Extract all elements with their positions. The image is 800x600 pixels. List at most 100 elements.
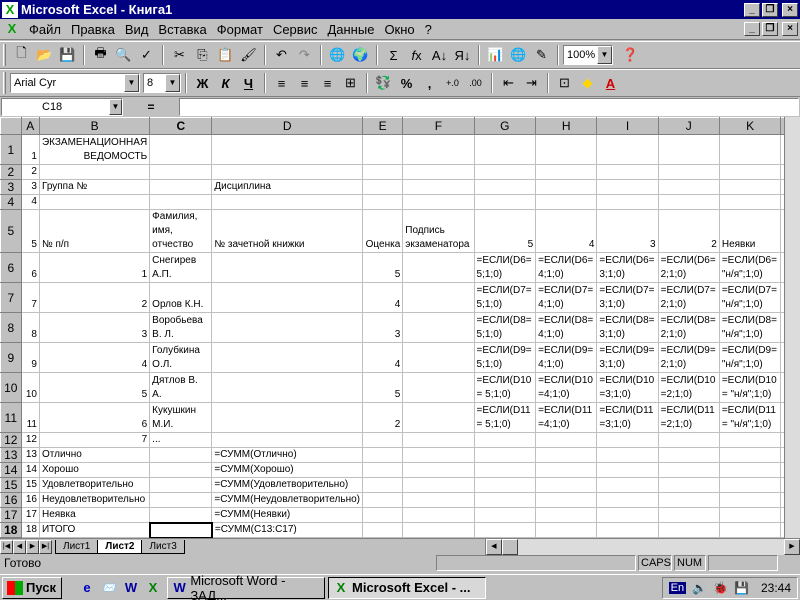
cell-f9[interactable]: [402, 342, 475, 373]
toolbar-grip[interactable]: [3, 72, 6, 94]
column-header-h[interactable]: H: [535, 117, 598, 135]
cell-b15[interactable]: Удовлетворительно: [38, 477, 151, 493]
outlook-icon[interactable]: 📨: [98, 577, 120, 599]
cell-d4[interactable]: [211, 194, 363, 210]
cell-c4[interactable]: [149, 194, 213, 210]
cell-b12[interactable]: 7: [38, 432, 151, 448]
hyperlink-icon[interactable]: 🌐: [326, 44, 349, 66]
cell-a9[interactable]: 9: [20, 342, 40, 373]
cell-b13[interactable]: Отлично: [38, 447, 151, 463]
cell-e5[interactable]: Оценка: [361, 209, 404, 253]
cell-e8[interactable]: 3: [361, 312, 404, 343]
cell-j2[interactable]: [657, 164, 720, 180]
cell-h15[interactable]: [535, 477, 598, 493]
cell-f17[interactable]: [402, 507, 475, 523]
cell-h7[interactable]: =ЕСЛИ(D7= 4;1;0): [535, 282, 598, 313]
cell-c15[interactable]: [149, 477, 213, 493]
sheet-tab-3[interactable]: Лист3: [141, 539, 185, 554]
cell-b9[interactable]: 4: [38, 342, 151, 373]
cell-e6[interactable]: 5: [361, 252, 404, 283]
menu-view[interactable]: Вид: [120, 22, 154, 37]
cell-d5[interactable]: № зачетной книжки: [211, 209, 363, 253]
font-size-combo[interactable]: 8 ▼: [143, 73, 181, 93]
cell-i12[interactable]: [596, 432, 659, 448]
cell-i13[interactable]: [596, 447, 659, 463]
cell-b14[interactable]: Хорошо: [38, 462, 151, 478]
cell-d6[interactable]: [211, 252, 363, 283]
cell-a1[interactable]: 1: [20, 134, 40, 165]
sheet-tab-1[interactable]: Лист1: [55, 539, 99, 554]
cell-f10[interactable]: [402, 372, 475, 403]
cell-e10[interactable]: 5: [361, 372, 404, 403]
cell-i18[interactable]: [596, 522, 659, 538]
cell-c9[interactable]: Голубкина О.Л.: [149, 342, 213, 373]
cell-j14[interactable]: [657, 462, 720, 478]
comma-style-icon[interactable]: ,: [418, 72, 441, 94]
new-icon[interactable]: 🗋: [10, 44, 33, 66]
cell-i5[interactable]: 3: [596, 209, 659, 253]
row-header[interactable]: 3: [0, 179, 22, 195]
cell-f8[interactable]: [402, 312, 475, 343]
cell-d10[interactable]: [211, 372, 363, 403]
cell-b3[interactable]: Группа №: [38, 179, 151, 195]
cell-d13[interactable]: =СУММ(Отлично): [211, 447, 363, 463]
cell-g16[interactable]: [473, 492, 537, 508]
cell-b18[interactable]: ИТОГО: [38, 522, 151, 538]
cell-h2[interactable]: [535, 164, 598, 180]
cell-h8[interactable]: =ЕСЛИ(D8= 4;1;0): [535, 312, 598, 343]
formula-input[interactable]: [179, 98, 799, 116]
name-box[interactable]: C18 ▼: [1, 98, 123, 116]
cell-a17[interactable]: 17: [20, 507, 40, 523]
row-header[interactable]: 4: [0, 194, 22, 210]
cell-b1[interactable]: ЭКЗАМЕНАЦИОННАЯ ВЕДОМОСТЬ: [38, 134, 151, 165]
cell-c1[interactable]: [149, 134, 213, 165]
cell-g10[interactable]: =ЕСЛИ(D10 = 5;1;0): [473, 372, 537, 403]
cell-g15[interactable]: [473, 477, 537, 493]
column-header-k[interactable]: K: [718, 117, 782, 135]
cell-j9[interactable]: =ЕСЛИ(D9= 2;1;0): [657, 342, 720, 373]
cell-f13[interactable]: [402, 447, 475, 463]
cell-e12[interactable]: [361, 432, 404, 448]
cell-h17[interactable]: [535, 507, 598, 523]
cell-j8[interactable]: =ЕСЛИ(D8= 2;1;0): [657, 312, 720, 343]
cell-i8[interactable]: =ЕСЛИ(D8= 3;1;0): [596, 312, 659, 343]
prev-sheet-icon[interactable]: ◀: [13, 539, 26, 554]
cell-f3[interactable]: [402, 179, 475, 195]
cell-k15[interactable]: [718, 477, 782, 493]
next-sheet-icon[interactable]: ▶: [26, 539, 39, 554]
row-header[interactable]: 11: [0, 402, 22, 433]
cell-f16[interactable]: [402, 492, 475, 508]
cell-a13[interactable]: 13: [20, 447, 40, 463]
cell-f11[interactable]: [402, 402, 475, 433]
cell-d3[interactable]: Дисциплина: [211, 179, 363, 195]
menu-format[interactable]: Формат: [212, 22, 268, 37]
workbook-icon[interactable]: X: [4, 21, 20, 37]
cell-h6[interactable]: =ЕСЛИ(D6= 4;1;0): [535, 252, 598, 283]
menu-data[interactable]: Данные: [322, 22, 379, 37]
cell-h3[interactable]: [535, 179, 598, 195]
cell-c10[interactable]: Дятлов В. А.: [149, 372, 213, 403]
taskbar-item-excel[interactable]: X Microsoft Excel - ...: [328, 576, 486, 599]
cell-i4[interactable]: [596, 194, 659, 210]
redo-icon[interactable]: ↷: [293, 44, 316, 66]
undo-icon[interactable]: ↶: [270, 44, 293, 66]
cell-h18[interactable]: [535, 522, 598, 538]
row-header[interactable]: 1: [0, 134, 22, 165]
taskbar-item-word[interactable]: W Microsoft Word - ЗАД...: [167, 573, 325, 600]
cell-g18[interactable]: [473, 522, 537, 538]
cell-j17[interactable]: [657, 507, 720, 523]
cell-h5[interactable]: 4: [535, 209, 598, 253]
zoom-combo[interactable]: 100% ▼: [563, 45, 613, 65]
cell-g4[interactable]: [473, 194, 537, 210]
cell-c2[interactable]: [149, 164, 213, 180]
autosum-icon[interactable]: Σ: [382, 44, 405, 66]
cell-d16[interactable]: =СУММ(Неудовлетворительно): [211, 492, 363, 508]
copy-icon[interactable]: ⎘: [191, 44, 214, 66]
cell-g9[interactable]: =ЕСЛИ(D9= 5;1;0): [473, 342, 537, 373]
cell-k7[interactable]: =ЕСЛИ(D7= "н/я";1;0): [718, 282, 782, 313]
percent-icon[interactable]: %: [395, 72, 418, 94]
cell-f7[interactable]: [402, 282, 475, 313]
cell-k16[interactable]: [718, 492, 782, 508]
cell-i17[interactable]: [596, 507, 659, 523]
cell-h16[interactable]: [535, 492, 598, 508]
